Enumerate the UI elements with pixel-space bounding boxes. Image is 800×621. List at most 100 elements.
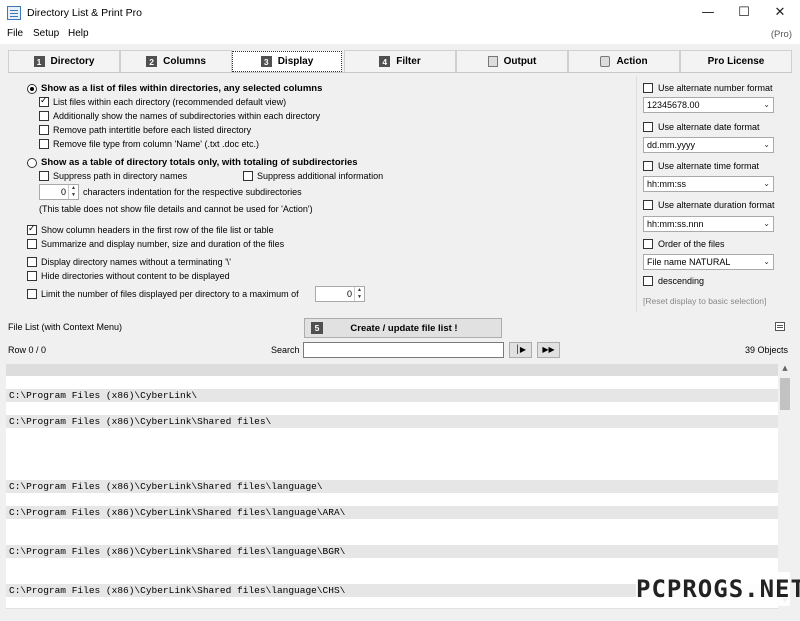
radio-selected-icon bbox=[27, 83, 37, 94]
checkbox-checked-icon bbox=[27, 224, 37, 235]
tab-label: Action bbox=[616, 56, 648, 67]
minimize-button[interactable]: — bbox=[690, 0, 726, 26]
tab-number: 4 bbox=[379, 56, 391, 67]
menu-bar: File Setup Help (Pro) bbox=[0, 26, 800, 44]
checkbox-icon bbox=[39, 111, 49, 121]
checkbox-label: Use alternate time format bbox=[658, 161, 760, 171]
maximize-button[interactable]: ☐ bbox=[726, 0, 762, 26]
number-format-select[interactable]: 12345678.00 ⌄ bbox=[643, 97, 774, 113]
app-icon bbox=[7, 6, 21, 20]
close-button[interactable]: ✕ bbox=[762, 0, 798, 26]
indent-value: 0 bbox=[60, 187, 66, 197]
row-counter: Row 0 / 0 bbox=[8, 345, 47, 355]
list-item[interactable]: C:\Program Files (x86)\CyberLink\Shared … bbox=[6, 545, 778, 558]
spinner-arrows-icon[interactable]: ▲ ▼ bbox=[68, 185, 78, 199]
checkbox-column-headers[interactable]: Show column headers in the first row of … bbox=[27, 224, 274, 235]
tab-columns[interactable]: 2 Columns bbox=[120, 50, 232, 72]
checkbox-alt-duration[interactable]: Use alternate duration format bbox=[643, 200, 775, 210]
checkbox-descending[interactable]: descending bbox=[643, 276, 704, 286]
select-value: hh:mm:ss bbox=[647, 179, 687, 189]
checkbox-no-backslash[interactable]: Display directory names without a termin… bbox=[27, 257, 231, 267]
tab-action[interactable]: Action bbox=[568, 50, 680, 72]
checkbox-label: Show column headers in the first row of … bbox=[41, 225, 274, 235]
menu-help[interactable]: Help bbox=[68, 28, 89, 39]
window-title: Directory List & Print Pro bbox=[27, 7, 142, 19]
checkbox-label: descending bbox=[658, 276, 705, 286]
tab-number: 1 bbox=[33, 56, 45, 67]
checkbox-suppress-info[interactable]: Suppress additional information bbox=[243, 171, 383, 181]
tab-filter[interactable]: 4 Filter bbox=[344, 50, 456, 72]
menu-file[interactable]: File bbox=[7, 28, 23, 39]
date-format-select[interactable]: dd.mm.yyyy ⌄ bbox=[643, 137, 774, 153]
tab-output[interactable]: Output bbox=[456, 50, 568, 72]
tab-label: Columns bbox=[163, 56, 206, 67]
limit-spinner[interactable]: 0 ▲ ▼ bbox=[315, 286, 365, 302]
search-input[interactable] bbox=[303, 342, 504, 358]
list-item[interactable]: C:\Program Files (x86)\CyberLink\Shared … bbox=[6, 480, 778, 493]
scroll-up-icon[interactable]: ▲ bbox=[778, 364, 792, 376]
checkbox-limit-files[interactable]: Limit the number of files displayed per … bbox=[27, 289, 299, 299]
checkbox-icon bbox=[643, 83, 653, 93]
scroll-thumb[interactable] bbox=[780, 378, 790, 410]
checkbox-order-files[interactable]: Order of the files bbox=[643, 239, 725, 249]
checkbox-icon bbox=[27, 289, 37, 299]
checkbox-label: Suppress additional information bbox=[257, 171, 384, 181]
title-bar: Directory List & Print Pro — ☐ ✕ bbox=[0, 0, 800, 26]
checkbox-icon bbox=[39, 171, 49, 181]
create-list-button[interactable]: 5 Create / update file list ! bbox=[304, 318, 502, 338]
order-select[interactable]: File name NATURAL ⌄ bbox=[643, 254, 774, 270]
tab-label: Pro License bbox=[707, 56, 765, 67]
checkbox-icon bbox=[39, 125, 49, 135]
select-value: File name NATURAL bbox=[647, 257, 731, 267]
checkbox-label: List files within each directory (recomm… bbox=[53, 97, 287, 107]
checkbox-show-subdirs[interactable]: Additionally show the names of subdirect… bbox=[39, 111, 320, 121]
checkbox-label: Summarize and display number, size and d… bbox=[41, 239, 285, 249]
indent-spinner[interactable]: 0 ▲ ▼ bbox=[39, 184, 79, 200]
checkbox-label: Use alternate number format bbox=[658, 83, 773, 93]
checkbox-label: Additionally show the names of subdirect… bbox=[53, 111, 321, 121]
radio-table-mode[interactable]: Show as a table of directory totals only… bbox=[27, 157, 358, 168]
find-next-button[interactable]: │▶ bbox=[509, 342, 532, 358]
radio-list-mode[interactable]: Show as a list of files within directori… bbox=[27, 83, 322, 94]
list-item[interactable]: C:\Program Files (x86)\CyberLink\Shared … bbox=[6, 506, 778, 519]
radio-icon bbox=[27, 157, 37, 168]
checkbox-alt-time[interactable]: Use alternate time format bbox=[643, 161, 759, 171]
edition-label: (Pro) bbox=[770, 29, 792, 40]
tab-display[interactable]: 3 Display bbox=[232, 51, 342, 72]
checkbox-icon bbox=[27, 271, 37, 281]
tab-directory[interactable]: 1 Directory bbox=[8, 50, 120, 72]
find-all-button[interactable]: ▶▶ bbox=[537, 342, 560, 358]
divider bbox=[636, 76, 637, 312]
checkbox-suppress-path[interactable]: Suppress path in directory names bbox=[39, 171, 187, 181]
menu-setup[interactable]: Setup bbox=[33, 28, 59, 39]
checkbox-label: Suppress path in directory names bbox=[53, 171, 188, 181]
time-format-select[interactable]: hh:mm:ss ⌄ bbox=[643, 176, 774, 192]
reset-display-link[interactable]: [Reset display to basic selection] bbox=[643, 296, 766, 306]
checkbox-remove-intertitle[interactable]: Remove path intertitle before each liste… bbox=[39, 125, 251, 135]
checkbox-remove-filetype[interactable]: Remove file type from column 'Name' (.tx… bbox=[39, 139, 259, 149]
checkbox-label: Remove file type from column 'Name' (.tx… bbox=[53, 139, 260, 149]
watermark: PCPROGS.NET bbox=[636, 572, 800, 606]
checkbox-icon bbox=[643, 122, 653, 132]
spinner-arrows-icon[interactable]: ▲ ▼ bbox=[354, 287, 364, 301]
checkbox-summarize[interactable]: Summarize and display number, size and d… bbox=[27, 239, 284, 249]
checkbox-list-files[interactable]: List files within each directory (recomm… bbox=[39, 96, 287, 107]
checkbox-label: Limit the number of files displayed per … bbox=[41, 289, 299, 299]
chevron-down-icon: ⌄ bbox=[763, 219, 770, 228]
context-menu-icon[interactable] bbox=[775, 322, 785, 331]
radio-label: Show as a table of directory totals only… bbox=[41, 157, 358, 168]
checkbox-icon bbox=[643, 161, 653, 171]
checkbox-alt-date[interactable]: Use alternate date format bbox=[643, 122, 760, 132]
search-label: Search bbox=[271, 345, 300, 355]
list-item[interactable]: C:\Program Files (x86)\CyberLink\Shared … bbox=[6, 415, 778, 428]
checkbox-hide-empty[interactable]: Hide directories without content to be d… bbox=[27, 271, 230, 281]
checkbox-icon bbox=[643, 276, 653, 286]
checkbox-icon bbox=[27, 257, 37, 267]
tab-pro-license[interactable]: Pro License bbox=[680, 50, 792, 72]
checkbox-alt-number[interactable]: Use alternate number format bbox=[643, 83, 773, 93]
horizontal-scrollbar[interactable] bbox=[6, 608, 778, 619]
duration-format-select[interactable]: hh:mm:ss.nnn ⌄ bbox=[643, 216, 774, 232]
tab-number: 2 bbox=[146, 56, 158, 67]
list-item[interactable]: C:\Program Files (x86)\CyberLink\ bbox=[6, 389, 778, 402]
checkbox-label: Use alternate duration format bbox=[658, 200, 775, 210]
